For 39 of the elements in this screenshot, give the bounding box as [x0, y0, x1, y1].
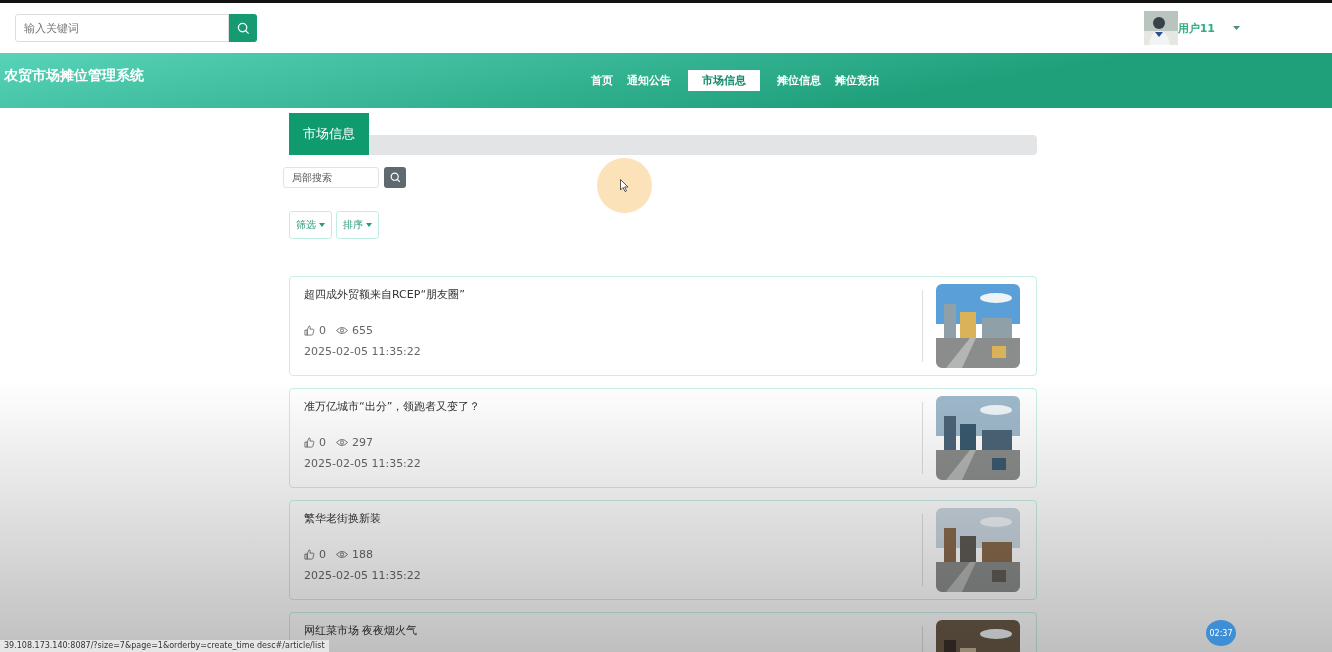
eye-icon: [336, 550, 348, 559]
dropdown-button[interactable]: 筛选: [289, 211, 332, 239]
eye-icon: [336, 438, 348, 447]
like-count: 0: [319, 548, 326, 561]
article-title[interactable]: 超四成外贸额来自RCEP“朋友圈”: [304, 287, 922, 302]
thumbs-up-icon: [304, 549, 315, 560]
search-icon: [389, 172, 401, 183]
view-count: 297: [352, 436, 373, 449]
cursor-icon: [620, 179, 629, 192]
caret-icon[interactable]: [1233, 26, 1240, 30]
caret-icon: [319, 223, 325, 227]
search-button[interactable]: [384, 167, 406, 188]
site-title: 农贸市场摊位管理系统: [4, 67, 144, 85]
like-count: 0: [319, 324, 326, 337]
publish-date: 2025-02-05 11:35:22: [304, 457, 422, 470]
thumbs-up-icon: [304, 325, 315, 336]
avatar[interactable]: [1143, 11, 1178, 45]
eye-icon: [336, 326, 348, 335]
publish-date: 2025-02-05 11:35:22: [304, 569, 422, 582]
article-card[interactable]: 超四成外贸额来自RCEP“朋友圈” 0 655 2025-02-05 11:35:22: [289, 276, 1037, 376]
article-card[interactable]: 繁华老街换新装 0 188 2025-02-05 11:35:22: [289, 500, 1037, 600]
view-count: 655: [352, 324, 373, 337]
status-url: 39.108.173.140:8087/?size=7&page=1&orderby=create_time desc#/article/list: [0, 640, 329, 652]
like-count: 0: [319, 436, 326, 449]
local-search-field[interactable]: 局部搜索: [283, 167, 379, 188]
nav-link[interactable]: 市场信息: [688, 70, 760, 91]
article-card[interactable]: 准万亿城市“出分”，领跑者又变了？ 0 297 2025-02-05 11:35:22: [289, 388, 1037, 488]
thumbs-up-icon: [304, 437, 315, 448]
article-title[interactable]: 繁华老街换新装: [304, 511, 922, 526]
caret-icon: [366, 223, 372, 227]
publish-date: 2025-02-05 11:35:22: [304, 345, 422, 358]
article-title[interactable]: 准万亿城市“出分”，领跑者又变了？: [304, 399, 922, 414]
search-button[interactable]: [229, 14, 257, 42]
dropdown-button[interactable]: 排序: [336, 211, 379, 239]
search-icon: [236, 21, 250, 35]
keyword-search-field[interactable]: 输入关键词: [15, 14, 229, 42]
article-title[interactable]: 网红菜市场 夜夜烟火气: [304, 623, 922, 638]
view-count: 188: [352, 548, 373, 561]
timer-badge: 02:37: [1206, 620, 1236, 646]
